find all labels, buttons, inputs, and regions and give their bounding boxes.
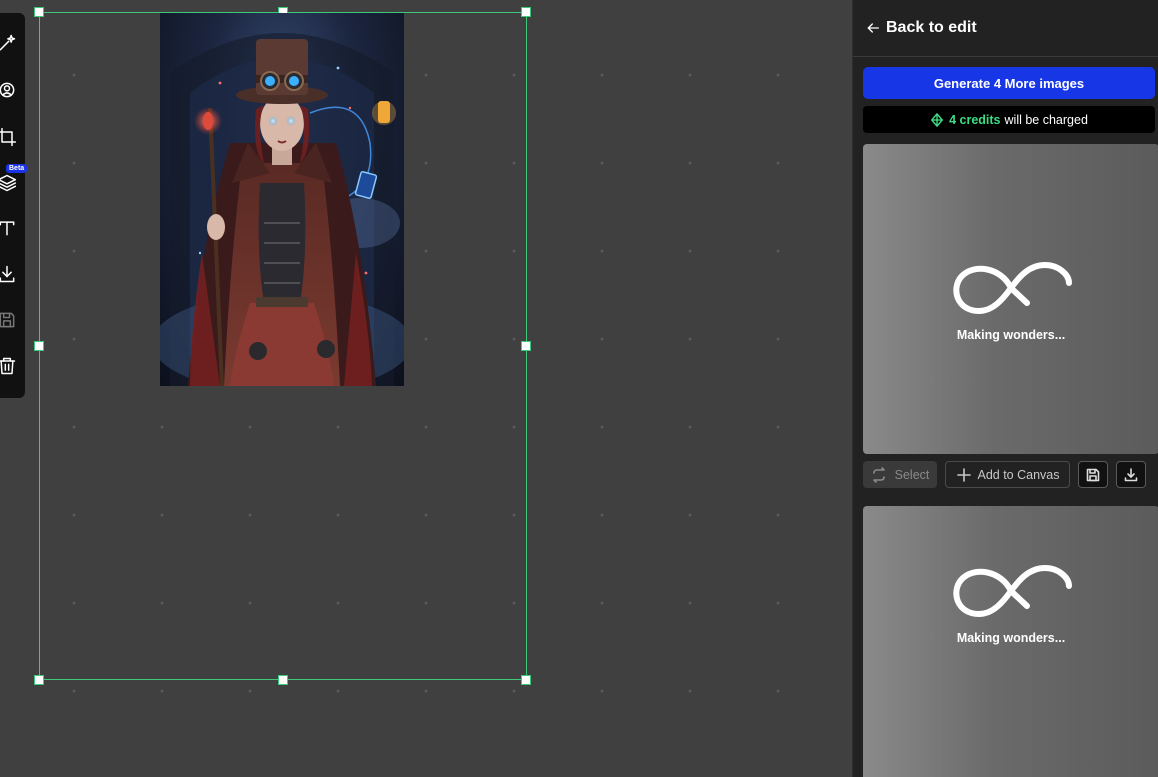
crop-icon[interactable] — [0, 126, 18, 148]
plus-icon — [956, 467, 971, 482]
loading-status: Making wonders... — [956, 630, 1066, 645]
download-icon — [1124, 467, 1138, 481]
result-actions: Select Add to Canvas — [863, 461, 1158, 488]
download-result-button[interactable] — [1116, 461, 1146, 488]
trash-icon[interactable] — [0, 355, 18, 377]
resize-handle-top-right[interactable] — [521, 7, 531, 17]
beta-badge: Beta — [6, 164, 28, 173]
save-icon[interactable] — [0, 309, 18, 331]
infinity-loader-icon — [949, 560, 1073, 627]
back-to-edit-label: Back to edit — [886, 19, 977, 36]
back-to-edit-button[interactable]: Back to edit — [853, 0, 1158, 57]
left-toolbar: Beta — [0, 13, 28, 398]
add-to-canvas-label: Add to Canvas — [977, 467, 1060, 482]
face-swap-icon[interactable] — [0, 79, 18, 101]
layers-icon[interactable] — [0, 172, 18, 194]
resize-handle-bottom-center[interactable] — [278, 675, 288, 685]
resize-handle-bottom-left[interactable] — [34, 675, 44, 685]
resize-handle-top-left[interactable] — [34, 7, 44, 17]
results-panel: Back to edit Generate 4 More images 4 cr… — [852, 0, 1158, 777]
canvas-area[interactable] — [0, 0, 852, 777]
text-icon[interactable] — [0, 217, 18, 239]
credits-notice: 4 credits will be charged — [863, 106, 1155, 133]
add-to-canvas-button[interactable]: Add to Canvas — [945, 461, 1070, 488]
generate-more-button[interactable]: Generate 4 More images — [863, 67, 1155, 99]
arrow-left-icon — [865, 20, 881, 36]
credits-amount: 4 credits — [949, 112, 1001, 127]
infinity-loader-icon — [949, 257, 1073, 324]
resize-handle-middle-right[interactable] — [521, 341, 531, 351]
magic-wand-icon[interactable] — [0, 32, 18, 54]
credits-suffix: will be charged — [1004, 112, 1088, 127]
result-card: Making wonders... — [863, 506, 1158, 777]
canvas-artwork-image[interactable] — [160, 13, 404, 386]
diamond-icon — [930, 112, 944, 127]
save-result-button[interactable] — [1078, 461, 1108, 488]
result-card: Making wonders... — [863, 144, 1158, 454]
select-button[interactable]: Select — [863, 461, 937, 488]
resize-handle-middle-left[interactable] — [34, 341, 44, 351]
resize-handle-bottom-right[interactable] — [521, 675, 531, 685]
select-label: Select — [894, 467, 930, 482]
repeat-icon — [872, 466, 885, 483]
loading-status: Making wonders... — [956, 327, 1066, 342]
steampunk-sorceress-illustration — [160, 33, 404, 386]
download-icon[interactable] — [0, 263, 18, 285]
save-icon — [1086, 468, 1100, 481]
